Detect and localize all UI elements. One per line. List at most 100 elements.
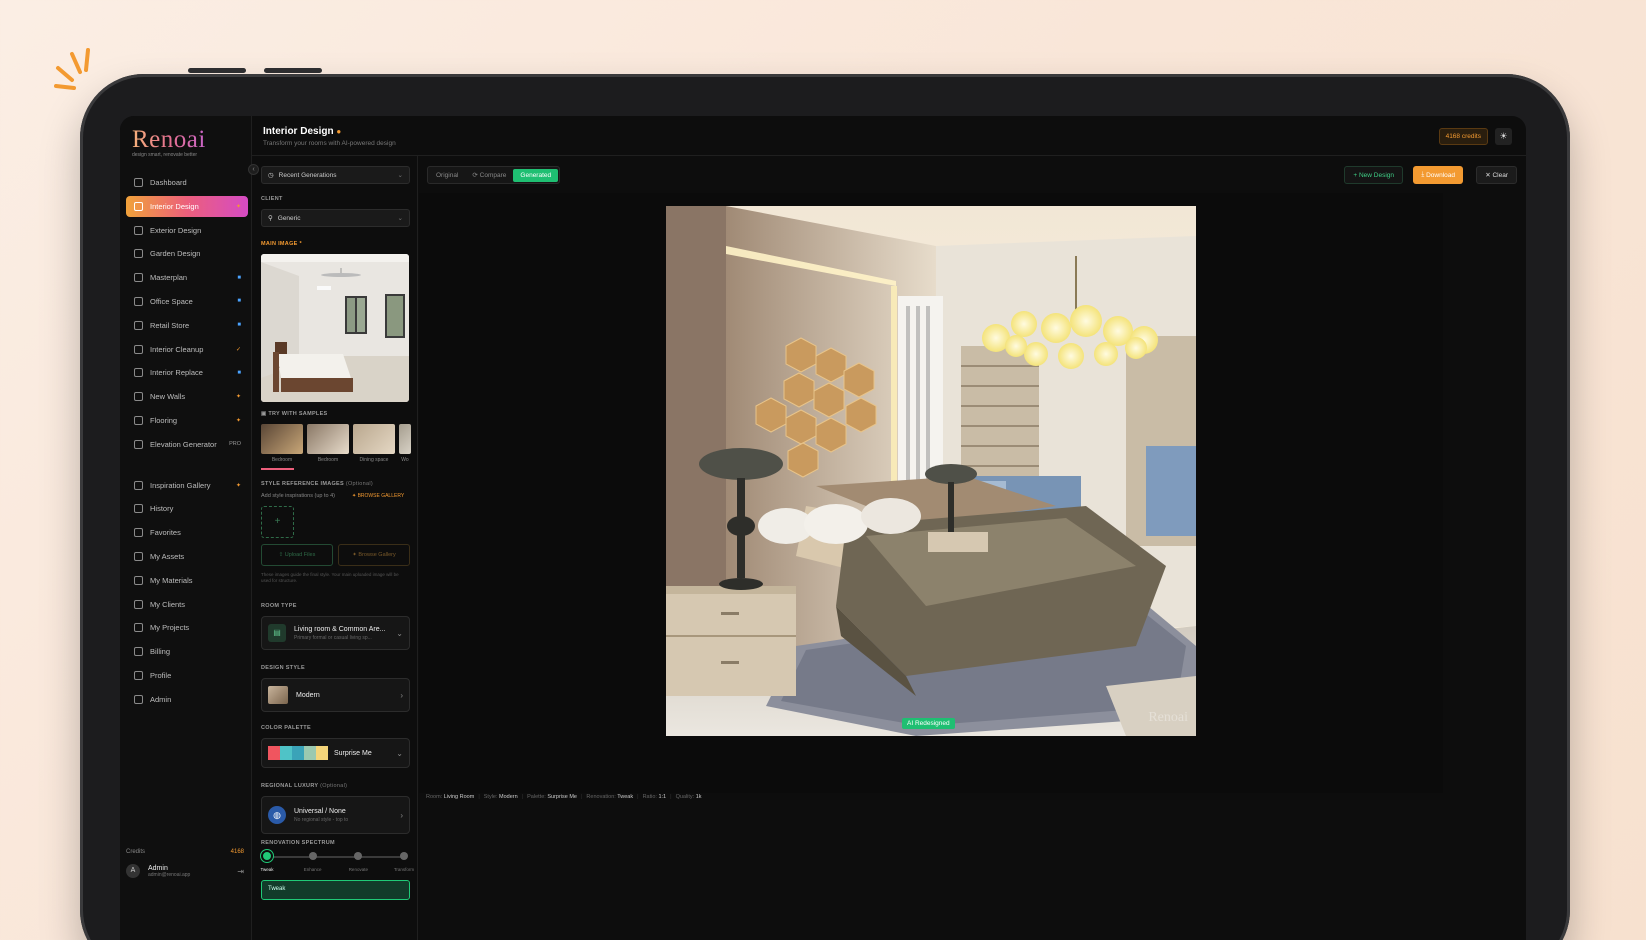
tab-original[interactable]: Original (429, 169, 465, 182)
spectrum-stop-label: Transform (393, 867, 415, 872)
sidebar-item-my-projects[interactable]: My Projects (126, 617, 248, 638)
sidebar-item-billing[interactable]: Billing (126, 641, 248, 662)
sidebar-item-new-walls[interactable]: New Walls ✦ (126, 386, 248, 407)
tab-label: Compare (479, 172, 507, 179)
close-icon: ✕ (1485, 172, 1493, 179)
user-icon: ⚲ (268, 215, 273, 222)
sample-caption: Bedroom (271, 457, 293, 463)
tab-generated[interactable]: Generated (513, 168, 559, 182)
sidebar-item-label: Elevation Generator (150, 439, 217, 449)
sidebar-item-my-materials[interactable]: My Materials (126, 570, 248, 591)
design-style-value: Modern (296, 691, 320, 699)
sidebar-item-my-assets[interactable]: My Assets (126, 546, 248, 567)
upload-files-button[interactable]: ⇪ Upload Files (261, 544, 333, 566)
spectrum-stop-renovate[interactable] (354, 852, 363, 860)
style-ref-label: STYLE REFERENCE IMAGES (Optional) (261, 481, 373, 487)
logo[interactable]: Renoai design smart, renovate better (132, 126, 206, 158)
regional-luxury-select[interactable]: ◍ Universal / None No regional style - t… (261, 796, 410, 834)
color-palette-label: COLOR PALETTE (261, 725, 311, 731)
add-reference-button[interactable]: + (261, 506, 294, 538)
tab-compare[interactable]: ⟳ Compare (465, 168, 513, 182)
swap-icon (134, 368, 143, 378)
browse-gallery-link[interactable]: ✦ BROWSE GALLERY (352, 493, 404, 499)
clear-button[interactable]: ✕ Clear (1476, 166, 1517, 184)
sidebar-item-inspiration-gallery[interactable]: Inspiration Gallery ✦ (126, 475, 248, 496)
credits-value: 4168 (230, 849, 244, 855)
generated-image[interactable]: AI Redesigned Renoai (666, 206, 1196, 736)
spectrum-slider-track[interactable] (267, 856, 404, 858)
collapse-sidebar-button[interactable]: ‹ (248, 164, 259, 175)
ai-redesigned-badge: AI Redesigned (902, 718, 955, 729)
design-style-select[interactable]: Modern › (261, 678, 410, 712)
sample-thumbnail[interactable]: Wo (399, 424, 411, 463)
spectrum-label: RENOVATION SPECTRUM (261, 840, 335, 846)
spectrum-stop-enhance[interactable] (308, 852, 317, 860)
spectrum-stop-tweak[interactable] (261, 850, 273, 862)
sidebar-item-interior-replace[interactable]: Interior Replace ■ (126, 362, 248, 383)
view-mode-tabs: Original ⟳ Compare Generated (427, 166, 561, 184)
sample-caption: Wo (401, 457, 409, 463)
page-subtitle: Transform your rooms with AI-powered des… (263, 140, 396, 147)
main-image-preview[interactable] (261, 254, 409, 402)
chevron-right-icon: › (400, 690, 403, 700)
sidebar-item-label: My Materials (150, 575, 193, 585)
regional-label: REGIONAL LUXURY (Optional) (261, 783, 348, 789)
palette-swatch (316, 746, 328, 760)
style-ref-description: Add style inspirations (up to 4) (261, 493, 335, 499)
meta-key: Renovation: (586, 794, 616, 800)
sidebar-item-history[interactable]: History (126, 498, 248, 519)
sidebar-item-exterior-design[interactable]: Exterior Design (126, 220, 248, 241)
spectrum-stop-transform[interactable] (400, 852, 408, 860)
sidebar-item-badge: ■ (237, 369, 241, 376)
spectrum-stop-label: Enhance (303, 867, 322, 872)
new-design-button[interactable]: + New Design (1344, 166, 1403, 184)
color-palette-value: Surprise Me (334, 749, 372, 757)
user-profile[interactable]: A Admin admin@renoai.app ⇥ (126, 864, 244, 878)
sidebar-item-label: New Walls (150, 392, 186, 402)
meta-separator: | (478, 794, 480, 800)
credits-row: Credits 4168 (126, 849, 244, 855)
sidebar-item-favorites[interactable]: Favorites (126, 522, 248, 543)
project-icon (134, 623, 143, 633)
sidebar-item-label: History (150, 504, 174, 514)
palette-swatch (280, 746, 292, 760)
sidebar-item-label: My Projects (150, 623, 190, 633)
room-type-select[interactable]: ▤ Living room & Common Are... Primary fo… (261, 616, 410, 650)
building-icon (134, 225, 143, 235)
sidebar-item-interior-cleanup[interactable]: Interior Cleanup ✓ (126, 339, 248, 360)
meta-value: 1k (695, 794, 702, 800)
recent-generations-select[interactable]: ◷ Recent Generations ⌄ (261, 166, 410, 184)
sidebar-item-admin[interactable]: Admin (126, 689, 248, 710)
app-screen: Renoai design smart, renovate better Das… (120, 116, 1526, 940)
top-bar: Interior Design ● Transform your rooms w… (252, 116, 1526, 156)
sidebar-item-badge: ■ (237, 274, 241, 281)
sidebar-item-garden-design[interactable]: Garden Design (126, 243, 248, 264)
sidebar-item-office-space[interactable]: Office Space ■ (126, 291, 248, 312)
sidebar-item-dashboard[interactable]: Dashboard (126, 172, 248, 193)
color-palette-select[interactable]: Surprise Me ⌄ (261, 738, 410, 768)
browse-gallery-button[interactable]: ✦ Browse Gallery (338, 544, 410, 566)
sample-thumbnail[interactable]: Dining space (353, 424, 395, 463)
credits-badge[interactable]: 4168 credits (1438, 128, 1488, 145)
page-title: Interior Design ● (263, 126, 342, 137)
sidebar-item-interior-design[interactable]: Interior Design ✦ (126, 195, 248, 217)
sun-icon[interactable]: ☀ (1495, 128, 1512, 145)
sidebar-item-masterplan[interactable]: Masterplan ■ (126, 267, 248, 288)
sidebar-item-flooring[interactable]: Flooring ✦ (126, 410, 248, 431)
avatar[interactable]: A (126, 864, 140, 878)
card-icon (134, 647, 143, 657)
download-button[interactable]: ⤓ Download (1413, 166, 1463, 184)
generation-meta: Room: Living Room | Style: Modern | Palette:… (426, 794, 702, 800)
regional-value: Universal / None (294, 807, 346, 815)
sidebar-item-elevation-generator[interactable]: Elevation Generator PRO (126, 434, 248, 455)
client-select[interactable]: ⚲ Generic ⌄ (261, 209, 410, 227)
sample-thumbnail[interactable]: Bedroom (307, 424, 349, 463)
logout-icon[interactable]: ⇥ (237, 867, 244, 876)
sidebar-item-profile[interactable]: Profile (126, 665, 248, 686)
floor-icon (134, 415, 143, 425)
sidebar-item-my-clients[interactable]: My Clients (126, 594, 248, 615)
sample-thumbnail[interactable]: Bedroom (261, 424, 303, 463)
trash-icon (134, 344, 143, 354)
sidebar-item-retail-store[interactable]: Retail Store ■ (126, 315, 248, 336)
elevation-icon (134, 439, 143, 449)
